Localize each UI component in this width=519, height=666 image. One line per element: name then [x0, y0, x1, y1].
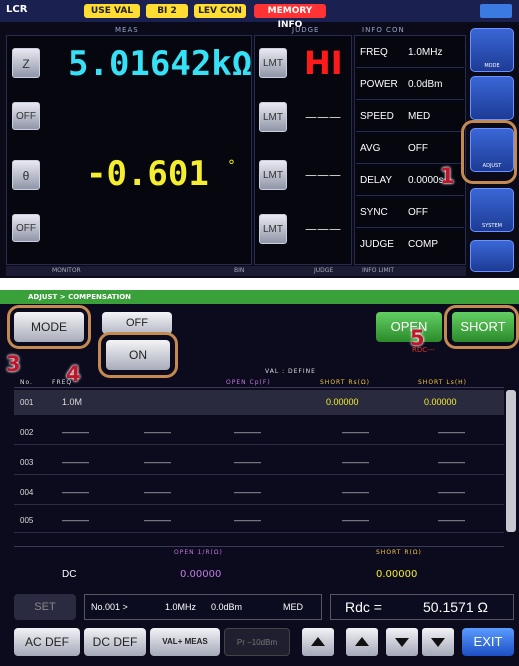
open-button[interactable]: OPEN — [376, 312, 442, 342]
col-open: OPEN Cp(F) — [226, 379, 271, 386]
scroll-down-button[interactable] — [386, 628, 418, 656]
chip-memory: MEMORY INFO — [254, 4, 326, 30]
cond-header: INFO CON — [362, 26, 405, 34]
cond-judge: JUDGE COMP — [360, 239, 438, 250]
top-footer: MONITOR BIN JUDGE INFO LIMIT — [6, 266, 466, 276]
system-icon[interactable]: SYSTEM — [470, 188, 514, 232]
param3-value: -0.601 — [86, 154, 209, 194]
rdc-value: 50.1571 Ω — [423, 599, 488, 615]
battery-icon — [480, 4, 512, 18]
param3-button[interactable]: θ — [12, 160, 40, 190]
table-row[interactable]: 001 1.0M 0.00000 0.00000 — [14, 390, 504, 415]
cond-freq: FREQ 1.0MHz — [356, 38, 464, 68]
file-icon[interactable] — [470, 240, 514, 272]
rdc-label: Rdc = — [345, 599, 382, 615]
footer-bin: BIN — [234, 267, 245, 274]
footer-monitor: MONITOR — [52, 267, 81, 274]
param4-button[interactable]: OFF — [12, 214, 40, 242]
table-row[interactable]: 005 ——— ——— ——— ——— ——— — [14, 508, 504, 533]
param4-judge: ——— — [305, 222, 341, 236]
param3-judge: ——— — [305, 168, 341, 182]
compensation-title-bar: ADJUST > COMPENSATION — [0, 290, 519, 304]
table-row[interactable]: 002 ——— ——— ——— ——— ——— — [14, 420, 504, 445]
status-power: 0.0dBm — [211, 602, 243, 612]
scroll-up-button[interactable] — [346, 628, 378, 656]
val-define-label: VAL : DEFINE — [265, 368, 316, 375]
mode-highlight-ring — [7, 305, 91, 349]
cond-avg: AVG OFF — [356, 134, 464, 164]
footer-info: INFO LIMIT — [362, 267, 395, 274]
table-row[interactable]: 003 ——— ——— ——— ——— ——— — [14, 450, 504, 475]
footer-judge: JUDGE — [314, 267, 334, 274]
on-highlight-ring — [98, 332, 178, 378]
compensation-title: ADJUST > COMPENSATION — [28, 293, 132, 301]
callout-5: 5 — [410, 326, 425, 350]
param1-button[interactable]: Z — [12, 48, 40, 78]
cond-power: POWER 0.0dBm — [356, 70, 464, 100]
param3-limit-button[interactable]: LMT — [259, 160, 287, 190]
short-highlight-ring — [444, 305, 519, 349]
chip-use-val: USE VAL — [84, 4, 140, 18]
param1-limit-button[interactable]: LMT — [259, 48, 287, 78]
mode-icon[interactable]: MODE — [470, 28, 514, 72]
cond-speed: SPEED MED — [356, 102, 464, 132]
table-scrollbar[interactable] — [506, 390, 516, 532]
judge-header: JUDGE — [292, 26, 320, 34]
dc-short-value: 0.00000 — [376, 569, 418, 580]
wrench-icon[interactable] — [470, 76, 514, 120]
rdc-box: Rdc = 50.1571 Ω — [330, 594, 514, 620]
param2-limit-button[interactable]: LMT — [259, 102, 287, 132]
dc-open-value: 0.00000 — [180, 569, 222, 580]
status-freq: 1.0MHz — [165, 602, 197, 612]
col-freq: FREQ — [52, 379, 73, 386]
double-down-arrow-icon — [431, 638, 445, 647]
table-header: No. FREQ OPEN Cp(F) SHORT Rs(Ω) SHORT Ls… — [14, 376, 504, 388]
callout-1: 1 — [440, 164, 455, 188]
dc-label: DC — [62, 569, 77, 580]
status-no: No.001 > — [91, 602, 128, 612]
col-short-rs: SHORT Rs(Ω) — [320, 379, 370, 386]
col-no: No. — [20, 379, 33, 386]
exit-button[interactable]: EXIT — [462, 628, 514, 656]
dc-row[interactable]: OPEN 1/R(Ω) SHORT R(Ω) DC 0.00000 0.0000… — [14, 546, 504, 588]
double-up-arrow-icon — [311, 637, 325, 646]
off-button[interactable]: OFF — [102, 312, 172, 334]
dc-open-header: OPEN 1/R(Ω) — [174, 549, 223, 556]
col-short-ls: SHORT Ls(H) — [418, 379, 468, 386]
callout-3: 3 — [6, 352, 21, 376]
ac-def-button[interactable]: AC DEF — [14, 628, 80, 656]
val-meas-button[interactable]: VAL+ MEAS — [150, 628, 220, 656]
screen-title: LCR — [6, 4, 28, 15]
table-row[interactable]: 004 ——— ——— ——— ——— ——— — [14, 480, 504, 505]
cond-sync: SYNC OFF — [356, 198, 464, 228]
param1-judge: HI — [304, 44, 343, 82]
set-button[interactable]: SET — [14, 594, 76, 620]
dc-def-button[interactable]: DC DEF — [84, 628, 146, 656]
meas-header: MEAS — [115, 26, 139, 34]
status-box: No.001 > 1.0MHz 0.0dBm MED — [84, 594, 322, 620]
param2-button[interactable]: OFF — [12, 102, 40, 130]
param4-limit-button[interactable]: LMT — [259, 214, 287, 244]
chip-bin: BI 2 — [146, 4, 188, 18]
scroll-top-button[interactable] — [302, 628, 334, 656]
status-speed: MED — [283, 602, 303, 612]
up-arrow-icon — [355, 637, 369, 646]
top-status-bar: LCR USE VAL BI 2 LEV CON MEMORY INFO — [0, 0, 519, 30]
power-level-display: Pr −10dBm — [224, 628, 290, 656]
scroll-bottom-button[interactable] — [422, 628, 454, 656]
chip-level: LEV CON — [194, 4, 246, 18]
param1-value: 5.01642kΩ — [68, 44, 253, 84]
dc-short-header: SHORT R(Ω) — [376, 549, 422, 556]
down-arrow-icon — [395, 638, 409, 647]
param3-unit: ° — [228, 158, 235, 174]
adjust-highlight-ring — [461, 120, 517, 184]
param2-judge: ——— — [305, 110, 341, 124]
